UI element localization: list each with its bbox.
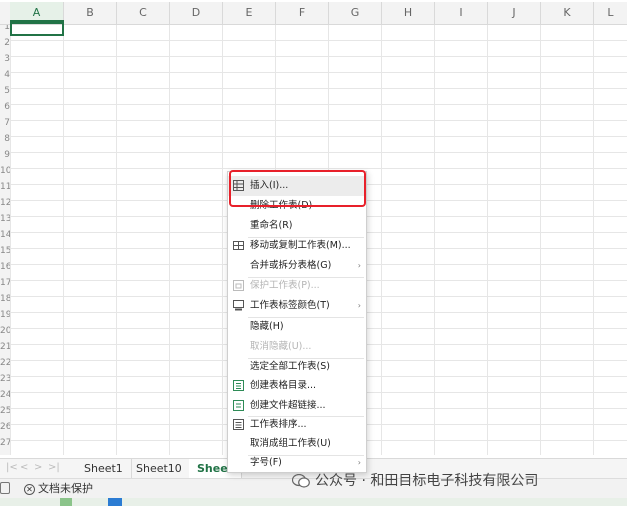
menu-item-rename[interactable]: 重命名(R) [228,216,366,236]
tab-sheet1[interactable]: Sheet1 [76,459,132,479]
menu-item-label: 取消隐藏(U)... [250,341,312,352]
protect-sheet-icon [233,280,244,291]
menu-item-label: 创建表格目录... [250,380,317,391]
row-number[interactable]: 9 [0,147,10,163]
menu-item-label: 移动或复制工作表(M)... [250,240,351,251]
row-number[interactable]: 4 [0,67,10,83]
column-header-i[interactable]: I [435,2,488,24]
submenu-arrow-icon: › [357,301,361,310]
column-header-bar: A B C D E F G H I J K L [0,2,627,25]
table-directory-icon [233,380,244,391]
menu-item-label: 重命名(R) [250,220,293,231]
menu-item-hide[interactable]: 隐藏(H) [228,317,366,337]
sort-sheets-icon [233,419,244,430]
column-header-c[interactable]: C [117,2,170,24]
prev-sheet-nav-icon[interactable]: < [20,462,28,473]
watermark-text: 公众号 · 和田目标电子科技有限公司 [315,473,539,489]
row-number[interactable]: 27 [0,435,10,451]
row-number[interactable]: 14 [0,227,10,243]
menu-item-label: 保护工作表(P)... [250,280,320,291]
app-icon [108,498,122,506]
submenu-arrow-icon: › [357,261,361,270]
menu-item-label: 字号(F) [250,457,282,468]
row-number[interactable]: 22 [0,355,10,371]
column-header-d[interactable]: D [170,2,223,24]
row-number[interactable]: 3 [0,51,10,67]
menu-item-label: 创建文件超链接... [250,400,326,411]
column-header-l[interactable]: L [594,2,627,24]
menu-item-select-all-sheets[interactable]: 选定全部工作表(S) [228,357,366,377]
row-number[interactable]: 24 [0,387,10,403]
file-hyperlink-icon [233,400,244,411]
macro-record-icon[interactable] [0,482,10,494]
move-copy-icon [233,241,244,250]
row-number[interactable]: 8 [0,131,10,147]
row-number[interactable]: 1 [0,25,10,35]
menu-item-label: 选定全部工作表(S) [250,361,330,372]
column-header-j[interactable]: J [488,2,541,24]
row-number[interactable]: 26 [0,419,10,435]
document-protection-status[interactable]: ✕ 文档未保护 [24,482,93,496]
tab-color-icon [233,300,244,311]
column-header-h[interactable]: H [382,2,435,24]
menu-item-create-file-hyperlink[interactable]: 创建文件超链接... [228,396,366,416]
row-number[interactable]: 21 [0,339,10,355]
menu-item-label: 工作表排序... [250,419,307,430]
column-header-g[interactable]: G [329,2,382,24]
row-number[interactable]: 16 [0,259,10,275]
sheet-tab-context-menu: 插入(I)... 删除工作表(D) 重命名(R) 移动或复制工作表(M)... … [227,171,367,473]
column-header-f[interactable]: F [276,2,329,24]
taskbar-strip [0,498,627,506]
column-header-e[interactable]: E [223,2,276,24]
last-sheet-nav-icon[interactable]: >| [48,462,60,473]
menu-item-label: 取消成组工作表(U) [250,438,331,449]
row-number[interactable]: 23 [0,371,10,387]
selected-cell-a1[interactable] [10,20,64,36]
row-number[interactable]: 13 [0,211,10,227]
menu-item-move-copy[interactable]: 移动或复制工作表(M)... [228,236,366,256]
menu-item-merge-split[interactable]: 合并或拆分表格(G) › [228,256,366,276]
menu-item-tab-color[interactable]: 工作表标签颜色(T) › [228,296,366,316]
row-number[interactable]: 11 [0,179,10,195]
menu-item-label: 工作表标签颜色(T) [250,300,330,311]
unprotected-icon: ✕ [24,483,35,495]
menu-item-ungroup-sheets[interactable]: 取消成组工作表(U) [228,434,366,454]
app-icon [60,498,72,506]
annotation-highlight-box [229,170,366,207]
row-number[interactable]: 19 [0,307,10,323]
wechat-logo-icon [292,474,310,488]
row-number[interactable]: 12 [0,195,10,211]
tab-sheet10[interactable]: Sheet10 [128,459,191,479]
menu-item-unhide: 取消隐藏(U)... [228,337,366,357]
next-sheet-nav-icon[interactable]: > [34,462,42,473]
column-header-b[interactable]: B [64,2,117,24]
row-number[interactable]: 10 [0,163,10,179]
row-number[interactable]: 5 [0,83,10,99]
menu-item-create-table-directory[interactable]: 创建表格目录... [228,376,366,396]
row-number[interactable]: 25 [0,403,10,419]
row-number[interactable]: 18 [0,291,10,307]
menu-item-protect-sheet: 保护工作表(P)... [228,276,366,296]
row-number[interactable]: 15 [0,243,10,259]
menu-item-label: 合并或拆分表格(G) [250,260,332,271]
row-number[interactable]: 7 [0,115,10,131]
row-number[interactable]: 2 [0,35,10,51]
menu-item-label: 隐藏(H) [250,321,284,332]
protection-label: 文档未保护 [38,482,93,495]
watermark: 公众号 · 和田目标电子科技有限公司 [292,470,538,492]
first-sheet-nav-icon[interactable]: |< [6,462,18,473]
row-number[interactable]: 20 [0,323,10,339]
column-header-k[interactable]: K [541,2,594,24]
row-number[interactable]: 6 [0,99,10,115]
row-number[interactable]: 17 [0,275,10,291]
menu-item-sort-sheets[interactable]: 工作表排序... [228,415,366,435]
